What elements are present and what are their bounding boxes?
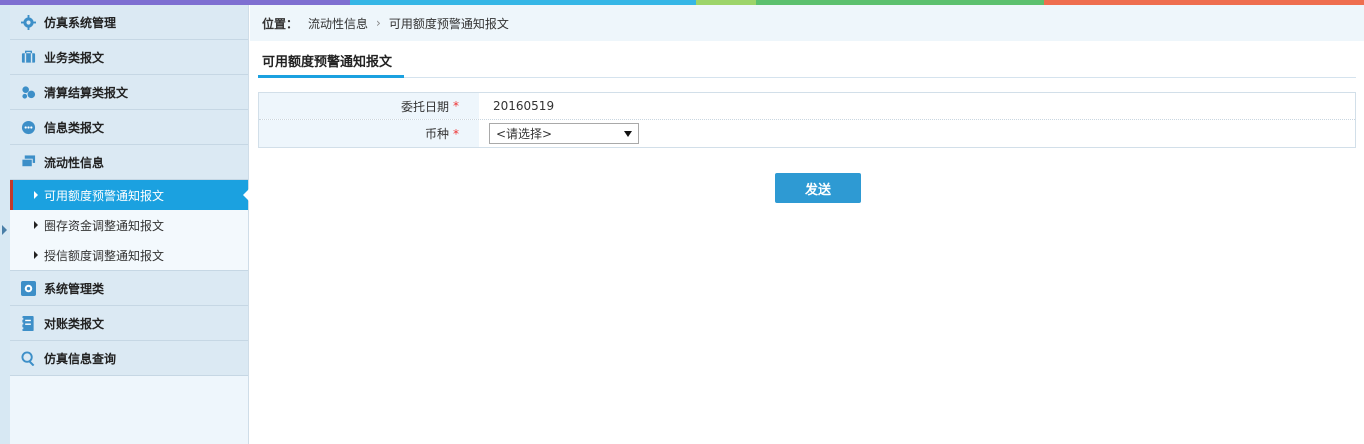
- coins-icon: [20, 84, 36, 100]
- form-row-date: 委托日期 * 20160519: [259, 93, 1355, 120]
- date-label: 委托日期 *: [259, 93, 479, 119]
- form-row-currency: 币种 * <请选择>: [259, 120, 1355, 147]
- currency-label: 币种 *: [259, 120, 479, 147]
- triangle-right-icon: [34, 251, 38, 259]
- sidebar-item-label: 仿真信息查询: [44, 351, 117, 366]
- message-form: 委托日期 * 20160519 币种 * <请选择>: [258, 92, 1356, 148]
- breadcrumb-link-liquidity[interactable]: 流动性信息: [308, 15, 368, 32]
- sidebar-collapse-strip[interactable]: [0, 5, 10, 444]
- ledger-icon: [20, 315, 36, 331]
- triangle-right-icon: [34, 191, 38, 199]
- sidebar-item-label: 业务类报文: [44, 50, 105, 65]
- sidebar-item-label: 系统管理类: [44, 281, 105, 296]
- sidebar-item-simulation-admin[interactable]: 仿真系统管理: [10, 5, 248, 40]
- gear-icon: [20, 14, 36, 30]
- stack-icon: [20, 154, 36, 170]
- search-icon: [20, 350, 36, 366]
- collapse-arrow-icon[interactable]: [2, 225, 7, 235]
- sidebar-subitem-credit-limit[interactable]: 授信额度调整通知报文: [10, 240, 248, 270]
- currency-cell: <请选择>: [479, 120, 1355, 147]
- required-mark: *: [453, 126, 459, 141]
- triangle-right-icon: [34, 221, 38, 229]
- sidebar: 仿真系统管理 业务类报文 清算结算类报文 信息类报文 流动性信息 可用额度预警通…: [10, 5, 249, 444]
- tab-available-limit-warning[interactable]: 可用额度预警通知报文: [258, 45, 404, 78]
- chat-icon: [20, 119, 36, 135]
- sidebar-item-business-messages[interactable]: 业务类报文: [10, 40, 248, 75]
- required-mark: *: [453, 99, 459, 113]
- chevron-down-icon: [624, 130, 632, 137]
- breadcrumb-prefix: 位置：: [262, 16, 299, 31]
- breadcrumb: 位置： 流动性信息 › 可用额度预警通知报文: [250, 5, 1364, 41]
- sidebar-item-label: 流动性信息: [44, 155, 105, 170]
- sidebar-subitem-label: 授信额度调整通知报文: [44, 248, 165, 263]
- liquidity-submenu: 可用额度预警通知报文 圈存资金调整通知报文 授信额度调整通知报文: [10, 180, 249, 271]
- breadcrumb-separator: ›: [376, 16, 381, 30]
- sidebar-item-system-management[interactable]: 系统管理类: [10, 271, 248, 306]
- sidebar-item-label: 对账类报文: [44, 316, 105, 331]
- sidebar-item-liquidity-info[interactable]: 流动性信息: [10, 145, 248, 180]
- sidebar-item-clearing-settlement[interactable]: 清算结算类报文: [10, 75, 248, 110]
- tab-bar: 可用额度预警通知报文: [258, 45, 1356, 78]
- sidebar-item-label: 信息类报文: [44, 120, 105, 135]
- sidebar-subitem-ringfenced-funds[interactable]: 圈存资金调整通知报文: [10, 210, 248, 240]
- currency-selected-value: <请选择>: [496, 127, 553, 141]
- settings-box-icon: [20, 280, 36, 296]
- sidebar-item-label: 仿真系统管理: [44, 15, 117, 30]
- currency-label-text: 币种: [424, 127, 449, 141]
- sidebar-subitem-available-limit-warning[interactable]: 可用额度预警通知报文: [10, 180, 249, 210]
- date-value: 20160519: [493, 99, 555, 113]
- breadcrumb-current: 可用额度预警通知报文: [388, 16, 509, 31]
- briefcase-icon: [20, 49, 36, 65]
- sidebar-subitem-label: 可用额度预警通知报文: [44, 188, 165, 203]
- date-label-text: 委托日期: [400, 99, 449, 114]
- currency-select[interactable]: <请选择>: [489, 123, 639, 144]
- sidebar-item-simulation-query[interactable]: 仿真信息查询: [10, 341, 248, 376]
- sidebar-item-info-messages[interactable]: 信息类报文: [10, 110, 248, 145]
- sidebar-item-label: 清算结算类报文: [44, 85, 129, 100]
- sidebar-item-reconciliation[interactable]: 对账类报文: [10, 306, 248, 341]
- main-content: 位置： 流动性信息 › 可用额度预警通知报文 可用额度预警通知报文 委托日期 *…: [250, 5, 1364, 444]
- sidebar-subitem-label: 圈存资金调整通知报文: [44, 218, 165, 233]
- send-button[interactable]: 发送: [775, 173, 861, 203]
